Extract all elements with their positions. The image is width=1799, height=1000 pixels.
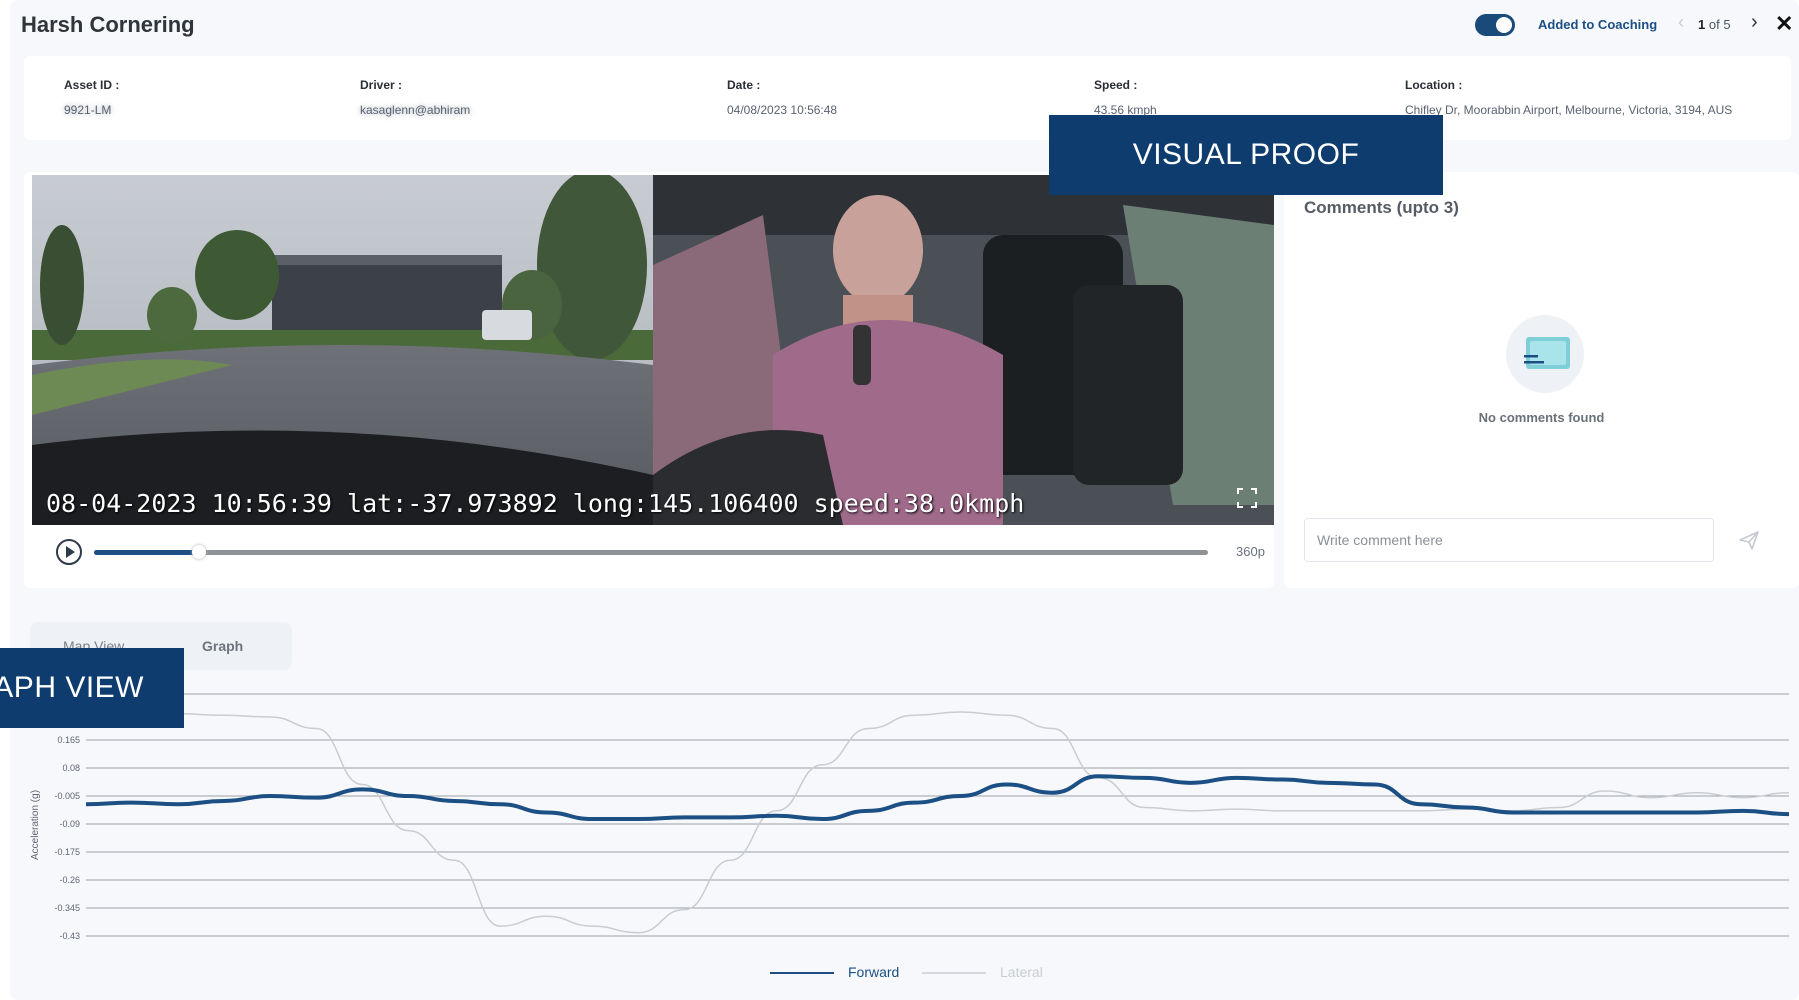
empty-comments-icon bbox=[1506, 315, 1584, 393]
asset-field: Asset ID : 9921-LM bbox=[64, 78, 119, 117]
comment-input[interactable] bbox=[1304, 518, 1714, 562]
y-tick-label: -0.26 bbox=[59, 875, 80, 885]
video-overlay-text: 08-04-2023 10:56:39 lat:-37.973892 long:… bbox=[46, 489, 1025, 518]
y-tick-label: -0.345 bbox=[54, 903, 80, 913]
asset-label: Asset ID : bbox=[64, 78, 120, 92]
play-icon[interactable] bbox=[56, 539, 82, 565]
quality-selector[interactable]: 360p bbox=[1236, 544, 1265, 559]
driver-field: Driver : kasaglenn@abhiram bbox=[360, 78, 470, 117]
acceleration-chart: 0.165 0.08 -0.005 -0.09 -0.175 -0.26 -0.345 -0.… bbox=[54, 693, 1789, 941]
location-field: Location : Chifley Dr, Moorabbin Airport… bbox=[1405, 78, 1732, 117]
video-controls: 360p bbox=[32, 525, 1274, 585]
y-tick-label: 0.165 bbox=[57, 735, 80, 745]
legend-lateral[interactable]: Lateral bbox=[922, 964, 1043, 980]
pager: 1 of 5 bbox=[1698, 17, 1731, 32]
video-progress-bar[interactable] bbox=[94, 545, 1208, 559]
chevron-right-icon[interactable]: › bbox=[1751, 11, 1758, 34]
fullscreen-icon[interactable] bbox=[1236, 487, 1258, 509]
location-label: Location : bbox=[1405, 78, 1463, 92]
modal-header: Harsh Cornering Added to Coaching ‹ 1 of… bbox=[10, 0, 1799, 50]
tab-graph[interactable]: Graph bbox=[202, 638, 243, 654]
visual-proof-banner: VISUAL PROOF bbox=[1049, 115, 1443, 195]
legend-forward-swatch bbox=[770, 972, 834, 975]
close-icon[interactable]: ✕ bbox=[1775, 11, 1793, 37]
chevron-left-icon[interactable]: ‹ bbox=[1678, 12, 1684, 33]
coaching-toggle[interactable] bbox=[1475, 14, 1515, 36]
send-icon[interactable] bbox=[1734, 525, 1764, 555]
video-card: 08-04-2023 10:56:39 lat:-37.973892 long:… bbox=[24, 172, 1274, 588]
speed-label: Speed : bbox=[1094, 78, 1138, 92]
progress-fill bbox=[94, 550, 197, 555]
toggle-knob bbox=[1496, 17, 1512, 33]
legend-lateral-swatch bbox=[922, 972, 986, 975]
date-value: 04/08/2023 10:56:48 bbox=[727, 103, 838, 117]
driver-value: kasaglenn@abhiram bbox=[360, 103, 471, 117]
pager-current: 1 bbox=[1698, 17, 1706, 32]
y-tick-label: 0.08 bbox=[62, 763, 80, 773]
speed-field: Speed : 43.56 kmph bbox=[1094, 78, 1157, 117]
y-tick-label: -0.005 bbox=[54, 791, 80, 801]
front-camera-view bbox=[32, 175, 653, 525]
chart-y-axis-label: Acceleration (g) bbox=[30, 789, 41, 860]
date-label: Date : bbox=[727, 78, 761, 92]
series-line-forward bbox=[85, 774, 1789, 822]
graph-view-banner: GRAPH VIEW bbox=[0, 648, 184, 728]
pager-total: of 5 bbox=[1708, 17, 1731, 32]
coaching-label: Added to Coaching bbox=[1538, 17, 1658, 32]
comments-panel: Comments (upto 3) No comments found bbox=[1284, 172, 1799, 588]
event-info-bar: Asset ID : 9921-LM Driver : kasaglenn@ab… bbox=[24, 56, 1791, 140]
legend-forward-label: Forward bbox=[848, 964, 900, 980]
page-title: Harsh Cornering bbox=[21, 12, 195, 37]
progress-thumb[interactable] bbox=[192, 545, 207, 559]
location-value: Chifley Dr, Moorabbin Airport, Melbourne… bbox=[1405, 103, 1733, 117]
cabin-camera-view bbox=[653, 175, 1274, 525]
legend-forward[interactable]: Forward bbox=[770, 964, 899, 980]
date-field: Date : 04/08/2023 10:56:48 bbox=[727, 78, 837, 117]
driver-label: Driver : bbox=[360, 78, 403, 92]
series-line-lateral bbox=[85, 711, 1789, 934]
y-tick-label: -0.175 bbox=[54, 847, 80, 857]
legend-lateral-label: Lateral bbox=[1000, 964, 1043, 980]
y-tick-label: -0.09 bbox=[59, 819, 80, 829]
comments-title: Comments (upto 3) bbox=[1304, 198, 1459, 217]
empty-comments-text: No comments found bbox=[1478, 410, 1605, 425]
asset-value: 9921-LM bbox=[64, 103, 112, 117]
video-player[interactable]: 08-04-2023 10:56:39 lat:-37.973892 long:… bbox=[32, 175, 1274, 525]
y-tick-label: -0.43 bbox=[59, 931, 80, 941]
